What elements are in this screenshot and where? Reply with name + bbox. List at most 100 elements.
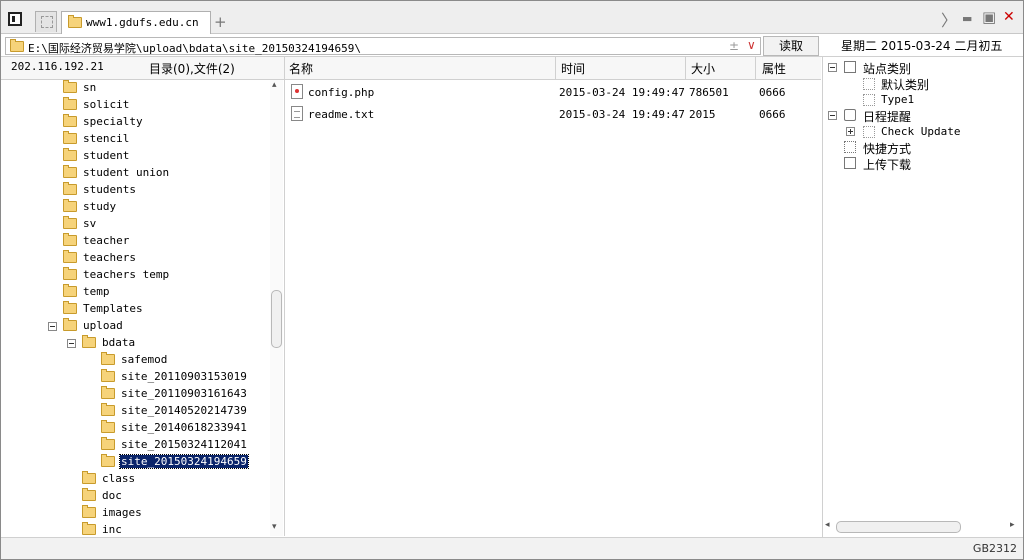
tree-item-label: site_20140618233941 <box>121 421 247 434</box>
collapse-icon[interactable] <box>828 63 837 72</box>
tree-item-label: site_20150324194659 <box>119 454 249 469</box>
scroll-up-icon[interactable]: ▴ <box>272 80 277 90</box>
file-row[interactable]: config.php 2015-03-24 19:49:47 786501 06… <box>285 82 821 104</box>
address-bar: E:\国际经济贸易学院\upload\bdata\site_2015032419… <box>1 34 1023 57</box>
node-label: 默认类别 <box>881 78 930 92</box>
path-text: E:\国际经济贸易学院\upload\bdata\site_2015032419… <box>28 42 362 55</box>
tree-node-schedule[interactable]: 日程提醒 <box>823 108 1013 124</box>
tree-item-label: teachers <box>83 251 136 264</box>
tree-item[interactable]: upload <box>1 318 271 335</box>
tree-item-label: site_20140520214739 <box>121 404 247 417</box>
panel-toggle-icon[interactable] <box>8 12 22 26</box>
collapse-icon[interactable] <box>48 322 57 331</box>
collapse-icon[interactable] <box>828 111 837 120</box>
path-input[interactable]: E:\国际经济贸易学院\upload\bdata\site_2015032419… <box>5 37 761 55</box>
folder-icon <box>63 284 77 297</box>
folder-open-icon <box>101 454 115 467</box>
tree-item[interactable]: bdata <box>1 335 271 352</box>
expand-icon[interactable] <box>846 127 855 136</box>
folder-icon <box>63 165 77 178</box>
tree-item-label: temp <box>83 285 110 298</box>
tree-item[interactable]: site_20110903161643 <box>1 386 271 403</box>
tree-item[interactable]: Templates <box>1 301 271 318</box>
encoding-label: GB2312 <box>972 542 1017 555</box>
chevron-down-icon[interactable]: ∨ <box>747 38 756 52</box>
scroll-right-icon[interactable]: ▸ <box>1010 520 1015 530</box>
tree-item-label: student <box>83 149 130 162</box>
tree-item[interactable]: teacher <box>1 233 271 250</box>
maximize-button[interactable]: ▣ <box>982 8 996 26</box>
tree-item[interactable]: class <box>1 471 271 488</box>
read-button[interactable]: 读取 <box>763 36 819 56</box>
tree-item[interactable]: site_20110903153019 <box>1 369 271 386</box>
tree-item[interactable]: teachers <box>1 250 271 267</box>
tree-node-transfer[interactable]: 上传下载 <box>823 156 1013 172</box>
column-attr[interactable]: 属性 <box>762 60 786 77</box>
column-time[interactable]: 时间 <box>561 60 585 77</box>
file-list: config.php 2015-03-24 19:49:47 786501 06… <box>284 80 821 536</box>
column-name[interactable]: 名称 <box>289 60 313 77</box>
tree-item[interactable]: sn <box>1 80 271 97</box>
tree-item[interactable]: images <box>1 505 271 522</box>
tree-node-check-update[interactable]: Check Update <box>823 124 1013 140</box>
file-size: 2015 <box>689 108 716 121</box>
add-tab-button[interactable]: + <box>214 13 227 31</box>
plus-minus-icon[interactable]: ± <box>729 39 739 53</box>
folder-icon <box>82 488 96 501</box>
item-icon <box>863 94 875 106</box>
file-name: readme.txt <box>308 108 375 121</box>
tree-item-label: sn <box>83 81 97 94</box>
tree-item[interactable]: specialty <box>1 114 271 131</box>
folder-icon <box>82 471 96 484</box>
node-label: Check Update <box>881 125 961 138</box>
tree-item[interactable]: students <box>1 182 271 199</box>
text-file-icon <box>291 106 303 121</box>
collapse-icon[interactable] <box>67 339 76 348</box>
tree-item-label: safemod <box>121 353 168 366</box>
divider <box>284 57 285 79</box>
tree-item[interactable]: inc <box>1 522 271 536</box>
file-time: 2015-03-24 19:49:47 <box>559 86 685 99</box>
tree-item[interactable]: solicit <box>1 97 271 114</box>
folder-icon <box>82 505 96 518</box>
tree-item[interactable]: site_20140520214739 <box>1 403 271 420</box>
tree-item[interactable]: study <box>1 199 271 216</box>
folder-icon <box>63 80 77 93</box>
scroll-left-icon[interactable]: ◂ <box>825 520 830 530</box>
blank-tab[interactable] <box>35 11 57 32</box>
tree-node-type1[interactable]: Type1 <box>823 92 1013 108</box>
tree-item[interactable]: safemod <box>1 352 271 369</box>
tree-node-site-category[interactable]: 站点类别 <box>823 60 1013 76</box>
tree-item-label: specialty <box>83 115 143 128</box>
close-button[interactable]: ✕ <box>1003 9 1015 25</box>
tree-item[interactable]: teachers temp <box>1 267 271 284</box>
forward-icon[interactable]: 〉 <box>941 7 957 31</box>
tree-item[interactable]: sv <box>1 216 271 233</box>
file-size: 786501 <box>689 86 729 99</box>
tree-scroll-thumb[interactable] <box>271 290 282 348</box>
tree-item[interactable]: temp <box>1 284 271 301</box>
tab-site[interactable]: www1.gdufs.edu.cn <box>61 11 211 34</box>
tree-item[interactable]: doc <box>1 488 271 505</box>
column-size[interactable]: 大小 <box>691 60 715 77</box>
divider <box>685 57 686 79</box>
node-label: 快捷方式 <box>863 142 912 156</box>
tree-item[interactable]: student union <box>1 165 271 182</box>
tree-node-default-category[interactable]: 默认类别 <box>823 76 1013 92</box>
node-label: 站点类别 <box>863 62 912 76</box>
folder-icon <box>63 182 77 195</box>
column-header: 202.116.192.21 目录(0),文件(2) 名称 时间 大小 属性 <box>1 57 821 80</box>
tree-item[interactable]: student <box>1 148 271 165</box>
tree-item[interactable]: site_20150324112041 <box>1 437 271 454</box>
tree-node-shortcuts[interactable]: 快捷方式 <box>823 140 1013 156</box>
tree-item[interactable]: site_20140618233941 <box>1 420 271 437</box>
folder-icon <box>101 437 115 450</box>
tree-item-selected[interactable]: site_20150324194659 <box>1 454 271 471</box>
date-display: 星期二 2015-03-24 二月初五 <box>841 39 1003 53</box>
scroll-down-icon[interactable]: ▾ <box>272 522 277 532</box>
folder-icon <box>10 39 24 52</box>
right-panel-scroll-thumb[interactable] <box>836 521 961 533</box>
file-row[interactable]: readme.txt 2015-03-24 19:49:47 2015 0666 <box>285 104 821 126</box>
tree-item[interactable]: stencil <box>1 131 271 148</box>
minimize-button[interactable]: ▬ <box>962 12 972 25</box>
